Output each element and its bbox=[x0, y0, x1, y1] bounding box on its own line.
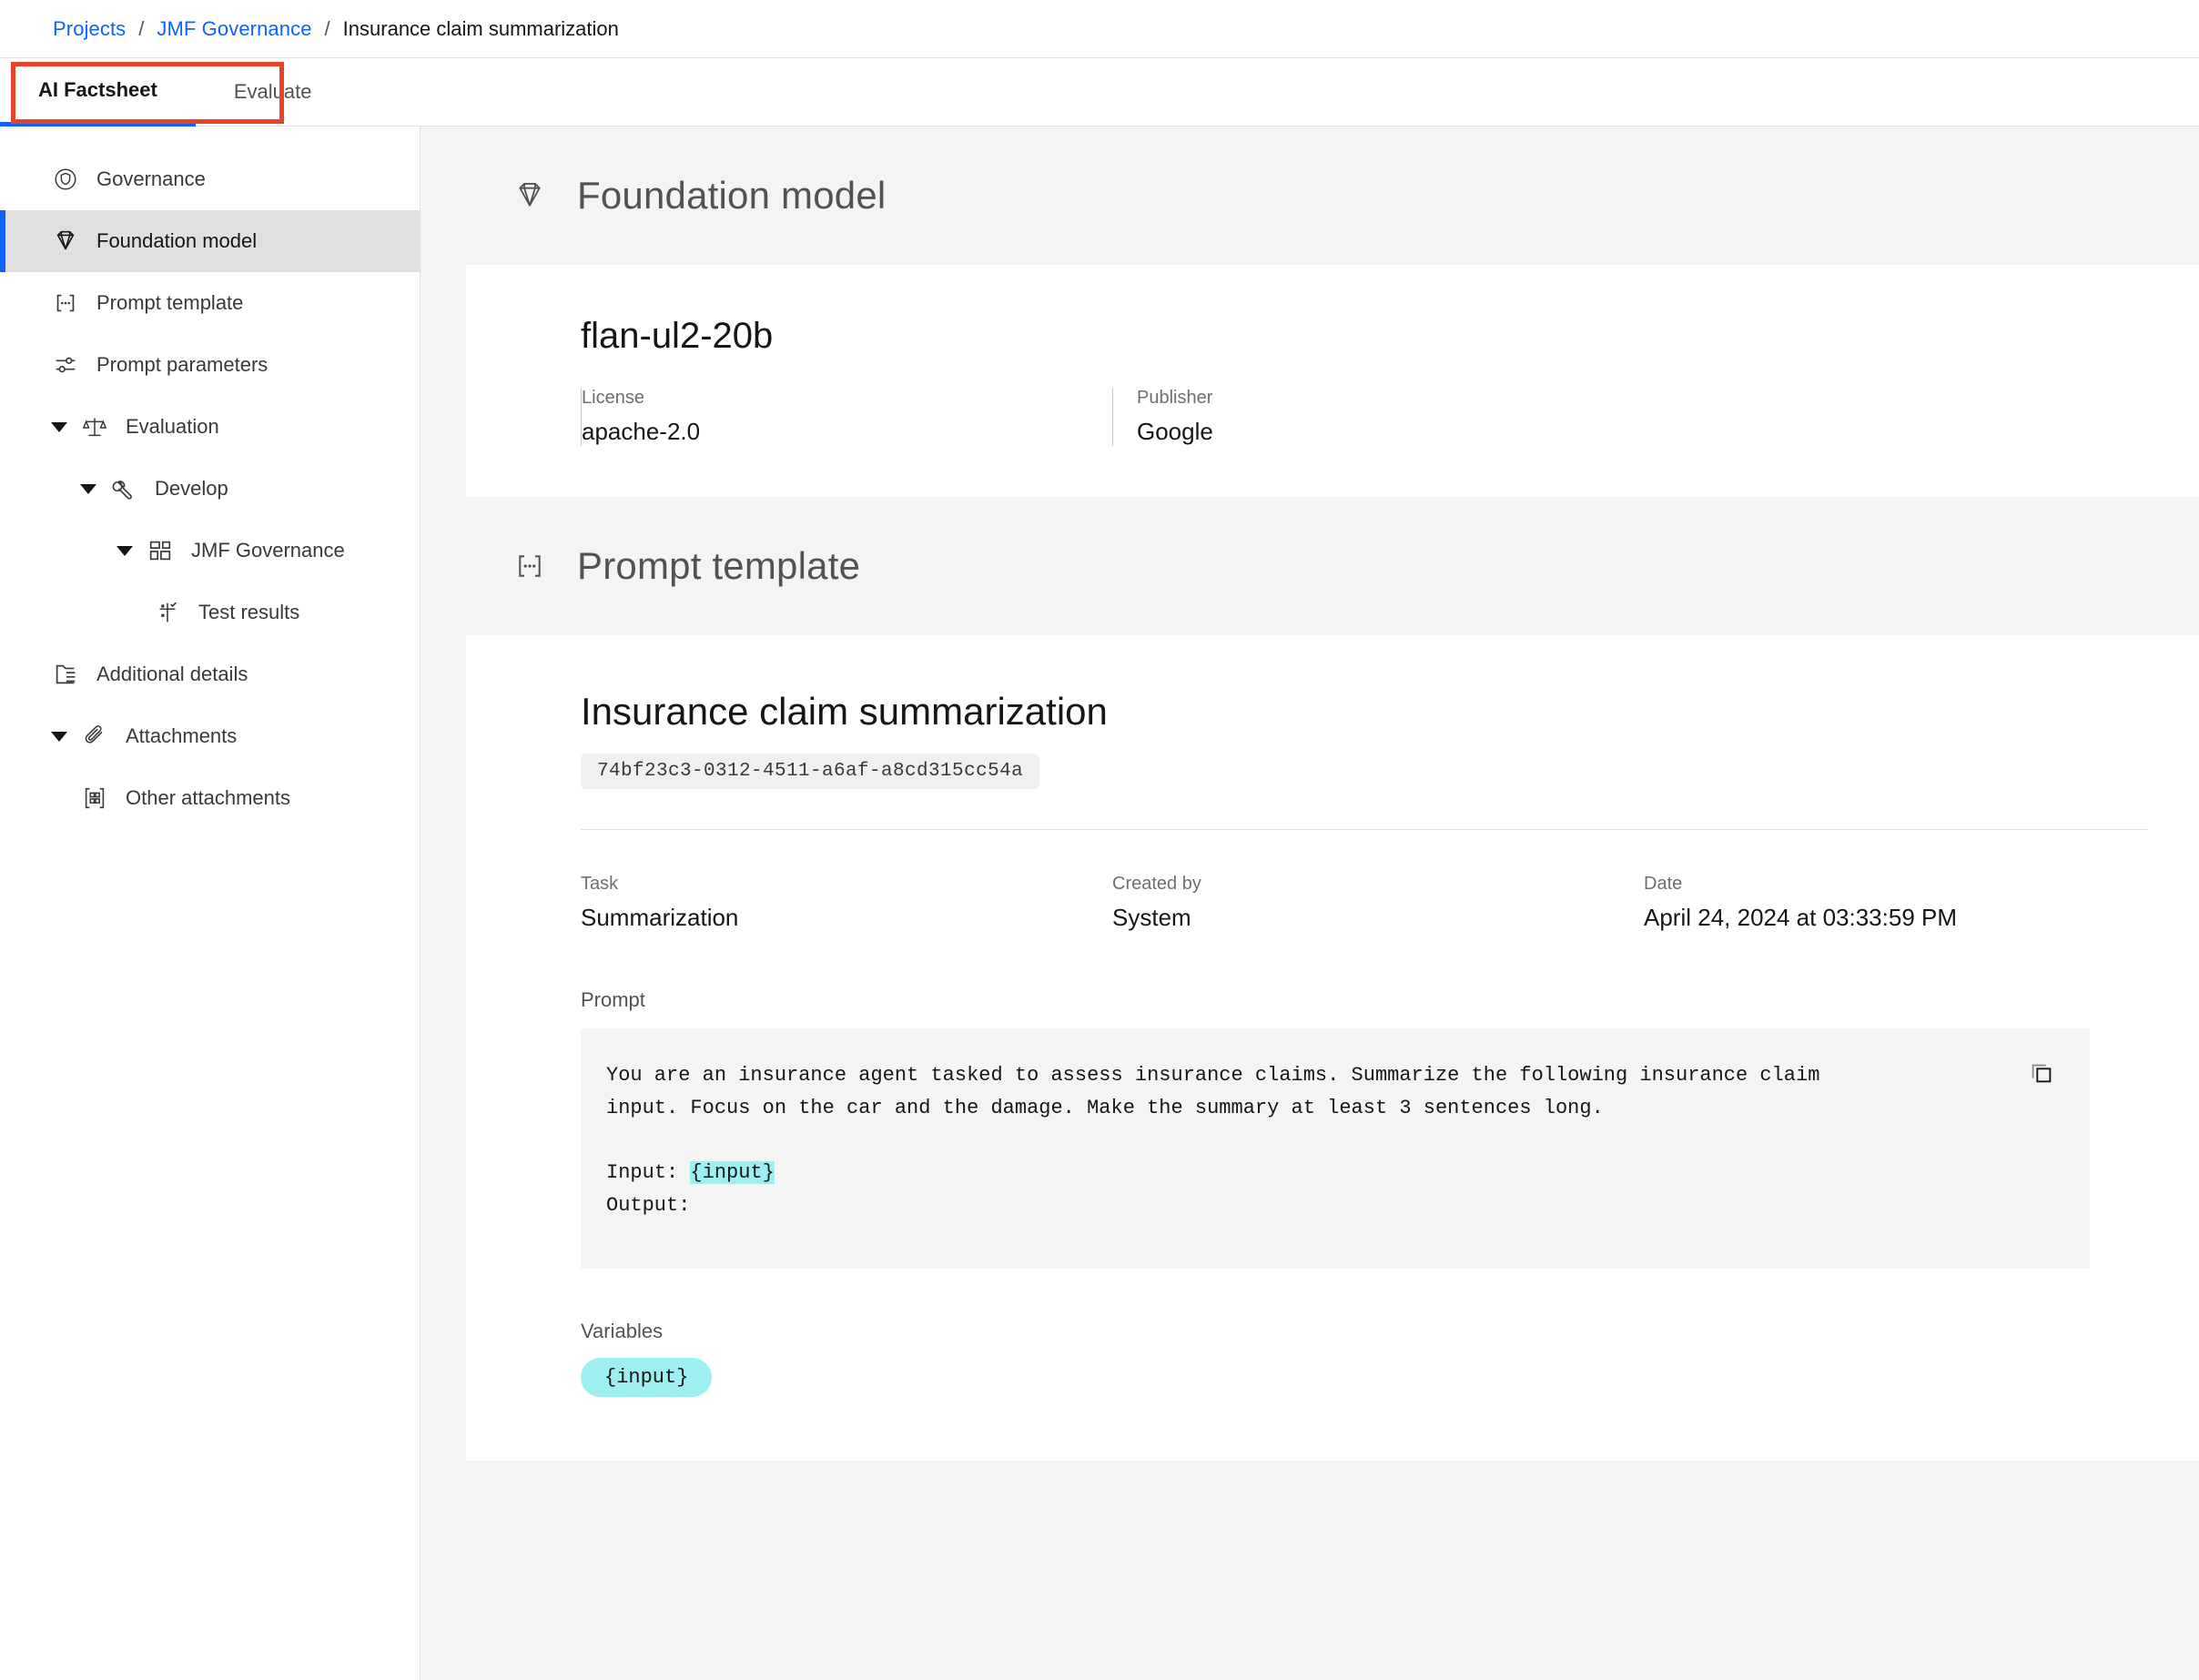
divider bbox=[581, 829, 2148, 830]
breadcrumb-item-projects[interactable]: Projects bbox=[53, 17, 126, 41]
field-value: Summarization bbox=[581, 904, 739, 931]
field-value: apache-2.0 bbox=[582, 418, 701, 445]
prompt-text: You are an insurance agent tasked to ass… bbox=[606, 1059, 1835, 1221]
breadcrumb-separator: / bbox=[324, 16, 330, 40]
prompt-template-uuid: 74bf23c3-0312-4511-a6af-a8cd315cc54a bbox=[581, 754, 1040, 789]
sidebar-item-label: Test results bbox=[198, 601, 300, 623]
field-publisher: Publisher Google bbox=[1112, 388, 1644, 446]
governance-icon bbox=[51, 165, 80, 194]
sidebar-item-label: Attachments bbox=[126, 724, 238, 747]
sidebar-item-label: Other attachments bbox=[126, 786, 290, 809]
field-value: April 24, 2024 at 03:33:59 PM bbox=[1644, 904, 1958, 931]
prompt-text-box: You are an insurance agent tasked to ass… bbox=[581, 1028, 2090, 1269]
section-header-prompt-template: Prompt template bbox=[421, 497, 2199, 635]
sidebar-item-label: Prompt template bbox=[96, 291, 244, 314]
section-title: Prompt template bbox=[577, 544, 861, 587]
model-name: flan-ul2-20b bbox=[581, 316, 774, 356]
sidebar-item-label: Evaluation bbox=[126, 415, 219, 438]
breadcrumb-item-current: Insurance claim summarization bbox=[342, 16, 619, 40]
chevron-down-icon[interactable] bbox=[117, 545, 133, 556]
sidebar-item-other-attachments[interactable]: Other attachments bbox=[0, 767, 420, 829]
paperclip-icon bbox=[80, 722, 109, 751]
sliders-icon bbox=[51, 350, 80, 380]
main-content: Foundation model flan-ul2-20b License ap… bbox=[421, 127, 2199, 1680]
field-label: Created by bbox=[1112, 874, 1201, 894]
grid-attachment-icon bbox=[80, 784, 109, 813]
sidebar-nav: Governance Foundation model Prompt templ… bbox=[0, 127, 421, 1680]
copy-icon[interactable] bbox=[2021, 1052, 2062, 1094]
prompt-template-meta: Task Summarization Created by System Dat… bbox=[466, 874, 2199, 932]
section-header-foundation-model: Foundation model bbox=[421, 127, 2199, 265]
breadcrumb-item-jmf-governance[interactable]: JMF Governance bbox=[157, 17, 311, 41]
prompt-text-before: You are an insurance agent tasked to ass… bbox=[606, 1064, 1820, 1184]
dashboard-icon bbox=[146, 536, 175, 565]
foundation-model-fields: License apache-2.0 Publisher Google bbox=[466, 388, 2199, 446]
prompt-text-after: Output: bbox=[606, 1193, 691, 1217]
field-created-by: Created by System bbox=[1112, 874, 1644, 932]
section-title: Foundation model bbox=[577, 174, 887, 217]
sidebar-item-label: Additional details bbox=[96, 663, 248, 685]
sidebar-item-jmf-governance[interactable]: JMF Governance bbox=[0, 520, 420, 582]
field-task: Task Summarization bbox=[581, 874, 1112, 932]
chevron-down-icon[interactable] bbox=[51, 421, 67, 432]
sidebar-item-develop[interactable]: Develop bbox=[0, 458, 420, 520]
field-date: Date April 24, 2024 at 03:33:59 PM bbox=[1644, 874, 2190, 932]
wrench-icon bbox=[109, 474, 138, 503]
tab-bar: AI Factsheet Evaluate bbox=[0, 58, 2199, 127]
prompt-variable-token: {input} bbox=[690, 1160, 775, 1184]
field-value: System bbox=[1112, 904, 1191, 931]
field-label: Publisher bbox=[1137, 388, 1213, 408]
tab-ai-factsheet[interactable]: AI Factsheet bbox=[0, 58, 196, 127]
tab-label: AI Factsheet bbox=[38, 78, 157, 101]
chevron-down-icon[interactable] bbox=[80, 483, 96, 494]
sidebar-item-label: Governance bbox=[96, 167, 206, 190]
sidebar-item-foundation-model[interactable]: Foundation model bbox=[0, 210, 420, 272]
prompt-label: Prompt bbox=[581, 988, 645, 1011]
field-license: License apache-2.0 bbox=[581, 388, 1112, 446]
prompt-template-card: Insurance claim summarization 74bf23c3-0… bbox=[466, 635, 2199, 1461]
scales-icon bbox=[80, 412, 109, 441]
sidebar-item-additional-details[interactable]: Additional details bbox=[0, 643, 420, 705]
field-label: License bbox=[582, 388, 644, 408]
sidebar-item-test-results[interactable]: Test results bbox=[0, 582, 420, 643]
variables-label: Variables bbox=[581, 1320, 664, 1342]
sidebar-item-evaluation[interactable]: Evaluation bbox=[0, 396, 420, 458]
sidebar-item-governance[interactable]: Governance bbox=[0, 148, 420, 210]
prompt-template-icon bbox=[51, 288, 80, 318]
sidebar-item-label: Foundation model bbox=[96, 229, 258, 252]
test-results-icon bbox=[153, 598, 182, 627]
tab-evaluate[interactable]: Evaluate bbox=[195, 58, 350, 127]
breadcrumb: Projects / JMF Governance / Insurance cl… bbox=[0, 0, 2199, 58]
sidebar-item-prompt-parameters[interactable]: Prompt parameters bbox=[0, 334, 420, 396]
foundation-model-card: flan-ul2-20b License apache-2.0 Publishe… bbox=[466, 265, 2199, 497]
sidebar-item-attachments[interactable]: Attachments bbox=[0, 705, 420, 767]
sidebar-item-prompt-template[interactable]: Prompt template bbox=[0, 272, 420, 334]
tab-label: Evaluate bbox=[233, 80, 312, 103]
prompt-template-icon bbox=[512, 548, 548, 584]
variable-pill-input[interactable]: {input} bbox=[581, 1358, 713, 1397]
sidebar-item-label: Develop bbox=[155, 477, 228, 500]
prompt-template-title: Insurance claim summarization bbox=[581, 690, 1108, 733]
sidebar-item-label: JMF Governance bbox=[191, 539, 345, 562]
sidebar-item-label: Prompt parameters bbox=[96, 353, 269, 376]
field-value: Google bbox=[1137, 418, 1213, 445]
breadcrumb-separator: / bbox=[138, 16, 145, 40]
chevron-down-icon[interactable] bbox=[51, 731, 67, 742]
gem-icon bbox=[51, 227, 80, 256]
gem-icon bbox=[512, 177, 548, 214]
tab-bar-filler bbox=[350, 58, 2199, 127]
field-label: Date bbox=[1644, 874, 1683, 894]
folder-details-icon bbox=[51, 660, 80, 689]
field-label: Task bbox=[581, 874, 619, 894]
